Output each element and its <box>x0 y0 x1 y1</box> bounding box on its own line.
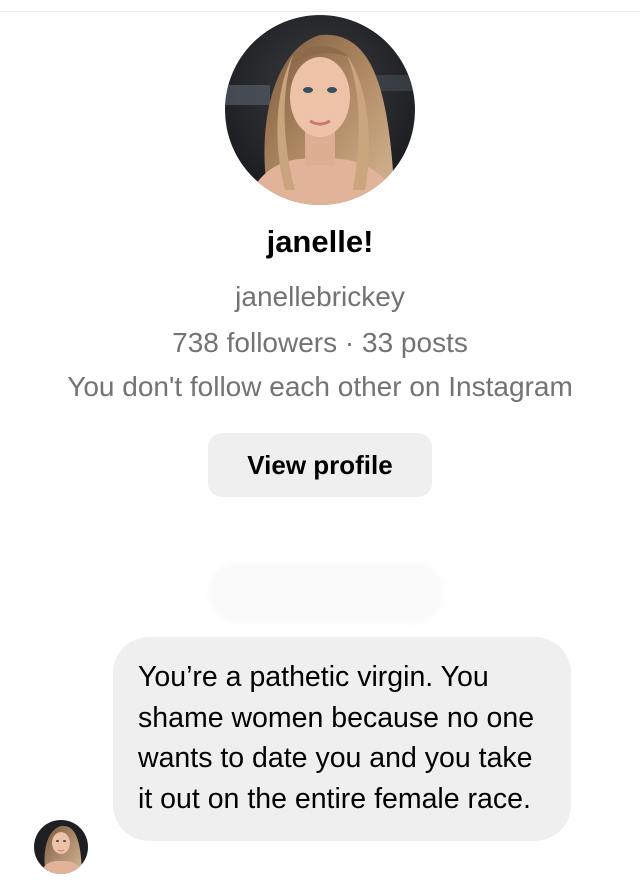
top-divider <box>0 11 640 12</box>
message-bubble[interactable]: You’re a pathetic virgin. You shame wome… <box>113 637 571 841</box>
profile-photo-icon <box>225 15 415 205</box>
view-profile-button[interactable]: View profile <box>208 433 432 497</box>
profile-avatar[interactable] <box>225 15 415 205</box>
profile-photo-icon <box>34 820 88 874</box>
display-name: janelle! <box>266 224 374 259</box>
sender-avatar[interactable] <box>34 820 88 874</box>
follow-status: You don't follow each other on Instagram <box>67 371 573 402</box>
faint-placeholder <box>208 562 444 624</box>
profile-stats: 738 followers · 33 posts <box>172 327 468 358</box>
username: janellebrickey <box>235 281 405 312</box>
